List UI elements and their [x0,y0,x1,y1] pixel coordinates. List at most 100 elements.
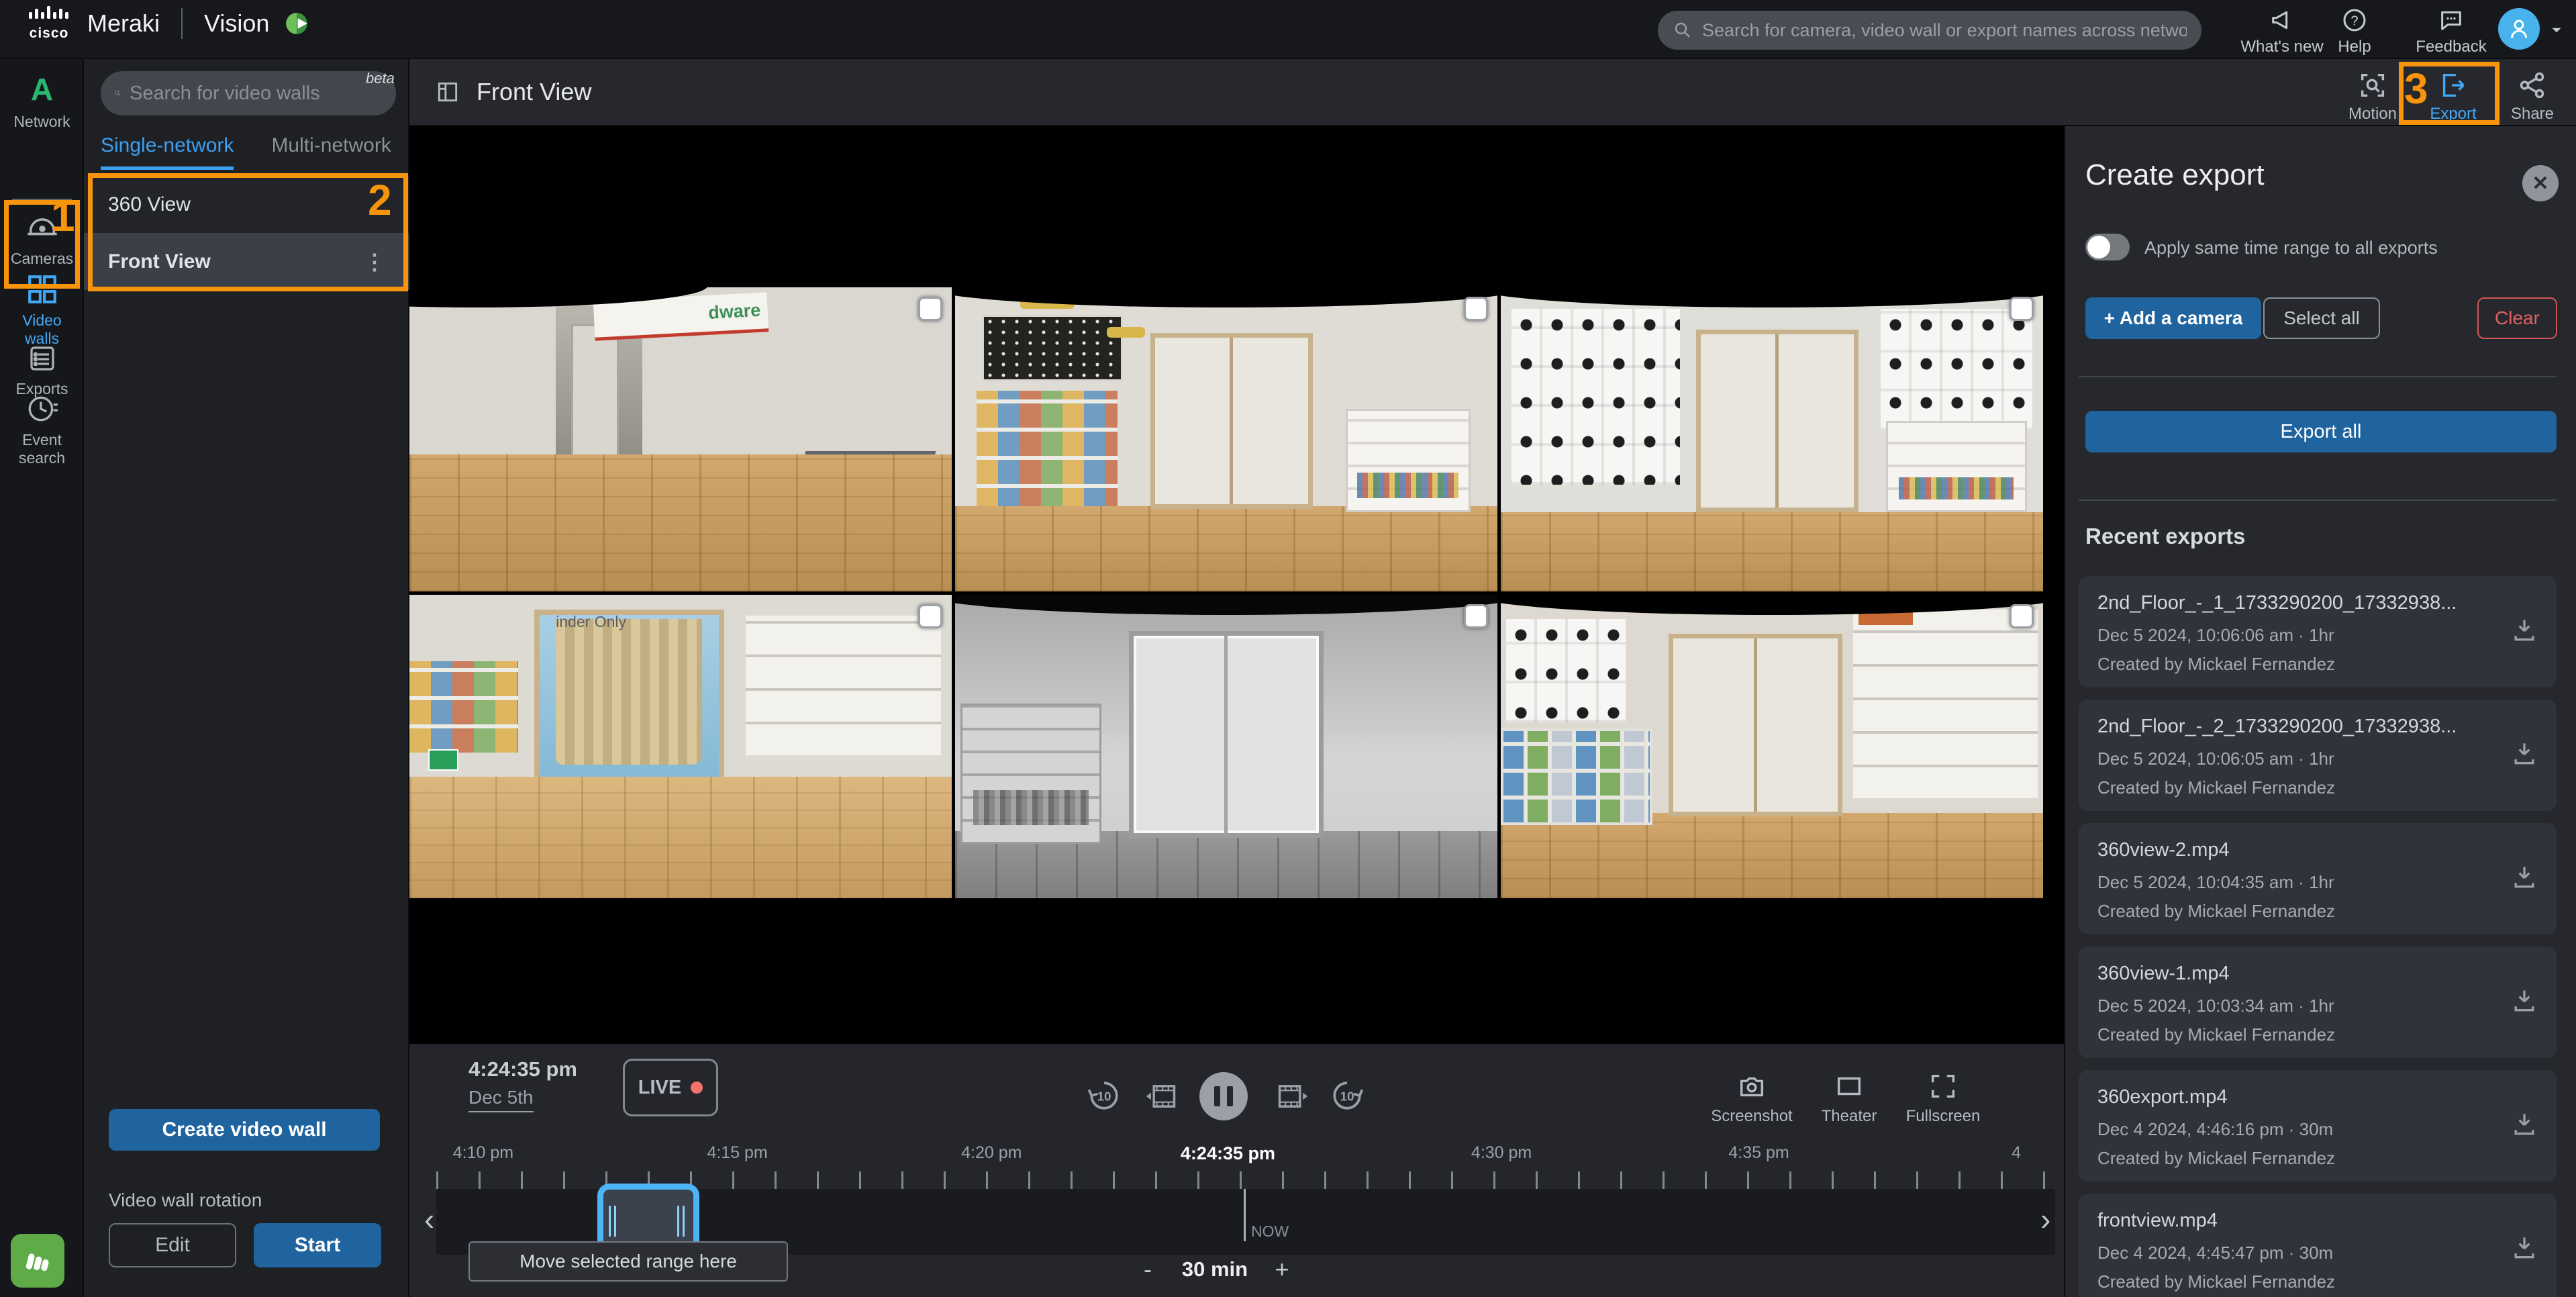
close-icon[interactable]: ✕ [2522,165,2559,201]
screenshot-camera-icon [1736,1071,1767,1102]
beta-badge: beta [366,70,395,87]
same-time-range-toggle[interactable] [2085,234,2130,260]
next-frame-button[interactable] [1275,1079,1310,1114]
current-date[interactable]: Dec 5th [468,1087,534,1112]
camera-feed [955,595,1497,899]
export-all-button[interactable]: Export all [2085,411,2557,452]
account-menu-caret[interactable] [2548,21,2565,39]
kebab-menu-icon[interactable]: ⋮ [364,249,385,275]
video-wall-stage: dware [409,126,2064,1044]
timeline-scroll-right[interactable]: › [2040,1204,2050,1235]
timeline-scroll-left[interactable]: ‹ [424,1204,434,1235]
camera-grid: dware [409,287,2043,898]
share-button[interactable]: Share [2502,70,2563,124]
global-search [1658,11,2201,50]
top-bar: cisco Meraki Vision What's new [0,0,2576,59]
video-wall-icon [435,79,460,105]
wall-search-input[interactable] [130,83,383,105]
recent-exports-title: Recent exports [2085,524,2245,549]
export-icon [2438,70,2469,101]
camera-tile-6[interactable] [1501,595,2043,899]
fullscreen-icon [1928,1071,1959,1102]
create-export-panel: Create export ✕ Apply same time range to… [2064,126,2576,1297]
user-avatar[interactable] [2498,8,2540,50]
help-icon: ? [2341,7,2368,34]
sidebar-item-video-walls[interactable]: Video walls [0,273,84,348]
camera-select-checkbox[interactable] [918,604,942,628]
create-video-wall-button[interactable]: Create video wall [109,1109,380,1151]
timeline-zoom-controls: - 30 min + [1134,1253,1295,1286]
download-icon[interactable] [2510,986,2539,1015]
screenshot-button[interactable]: Screenshot [1705,1071,1799,1126]
sidebar-item-event-search[interactable]: Event search [0,392,84,467]
sidebar-item-network[interactable]: A Network [0,71,84,131]
svg-text:10: 10 [1097,1089,1111,1103]
download-icon[interactable] [2510,615,2539,644]
video-walls-sidebar: Single-network Multi-network beta 360 Vi… [84,59,409,1297]
feedback-button[interactable]: Feedback [2404,7,2498,56]
current-time-label: 4:24:35 pm [1181,1143,1275,1164]
camera-select-checkbox[interactable] [918,297,942,321]
skip-back-10-button[interactable]: 10 [1087,1079,1121,1112]
camera-tile-1[interactable]: dware [409,287,952,591]
download-icon[interactable] [2510,862,2539,892]
zoom-in-button[interactable]: + [1269,1255,1295,1284]
camera-tile-3[interactable] [1501,287,2043,591]
previous-frame-button[interactable] [1144,1079,1179,1114]
panel-divider [2079,376,2557,377]
camera-select-checkbox[interactable] [1464,604,1488,628]
event-search-clock-icon [26,392,59,426]
theater-button[interactable]: Theater [1816,1071,1883,1126]
add-camera-button[interactable]: + Add a camera [2085,297,2261,339]
camera-tile-5[interactable] [955,595,1497,899]
whats-new-button[interactable]: What's new [2242,7,2322,56]
export-item[interactable]: 360view-1.mp4 Dec 5 2024, 10:03:34 am · … [2079,947,2557,1058]
global-search-input[interactable] [1702,20,2187,41]
camera-select-checkbox[interactable] [2010,297,2034,321]
tab-multi-network[interactable]: Multi-network [271,134,391,166]
download-icon[interactable] [2510,1109,2539,1139]
export-item[interactable]: 2nd_Floor_-_1_1733290200_17332938... Dec… [2079,576,2557,687]
brand-logo: cisco Meraki Vision [26,5,309,42]
motion-search-button[interactable]: Motion [2342,70,2403,124]
sidebar-item-cameras[interactable]: Cameras [0,215,84,268]
now-marker [1244,1189,1246,1241]
theater-icon [1834,1071,1865,1102]
export-button[interactable]: Export [2423,70,2483,124]
sidebar-item-exports[interactable]: Exports [0,342,84,398]
camera-tile-4[interactable]: inder Only [409,595,952,899]
cisco-wordmark: cisco [30,26,69,42]
megaphone-icon [2269,7,2295,34]
download-icon[interactable] [2510,1233,2539,1262]
search-icon [1673,20,1693,40]
camera-select-checkbox[interactable] [2010,604,2034,628]
live-button[interactable]: LIVE [623,1059,718,1116]
current-time: 4:24:35 pm [468,1057,577,1082]
view-header: Front View Motion Export Share [409,59,2576,126]
skip-forward-10-button[interactable]: 10 [1330,1079,1364,1112]
tab-single-network[interactable]: Single-network [101,134,234,170]
motion-icon [2357,70,2388,101]
export-item[interactable]: 360view-2.mp4 Dec 5 2024, 10:04:35 am · … [2079,823,2557,934]
camera-tile-2[interactable] [955,287,1497,591]
fullscreen-button[interactable]: Fullscreen [1901,1071,1985,1126]
wall-list-item-360-view[interactable]: 360 View [84,176,409,233]
help-button[interactable]: ? Help [2334,7,2375,56]
wall-list-item-front-view[interactable]: Front View ⋮ [84,233,409,290]
pause-button[interactable] [1199,1072,1248,1120]
panel-divider [2079,499,2557,501]
scene-sign: dware [707,300,761,324]
rotation-edit-button[interactable]: Edit [109,1223,236,1267]
rotation-start-button[interactable]: Start [254,1223,381,1267]
clear-button[interactable]: Clear [2477,297,2557,339]
export-item[interactable]: frontview.mp4 Dec 4 2024, 4:45:47 pm · 3… [2079,1194,2557,1297]
export-item[interactable]: 360export.mp4 Dec 4 2024, 4:46:16 pm · 3… [2079,1070,2557,1182]
person-icon [2507,17,2531,41]
zoom-out-button[interactable]: - [1134,1255,1161,1284]
select-all-button[interactable]: Select all [2263,297,2380,339]
exit-sign [428,749,458,771]
export-item[interactable]: 2nd_Floor_-_2_1733290200_17332938... Dec… [2079,700,2557,811]
playback-bar: 4:24:35 pm Dec 5th LIVE 10 [409,1044,2064,1297]
download-icon[interactable] [2510,738,2539,768]
camera-select-checkbox[interactable] [1464,297,1488,321]
